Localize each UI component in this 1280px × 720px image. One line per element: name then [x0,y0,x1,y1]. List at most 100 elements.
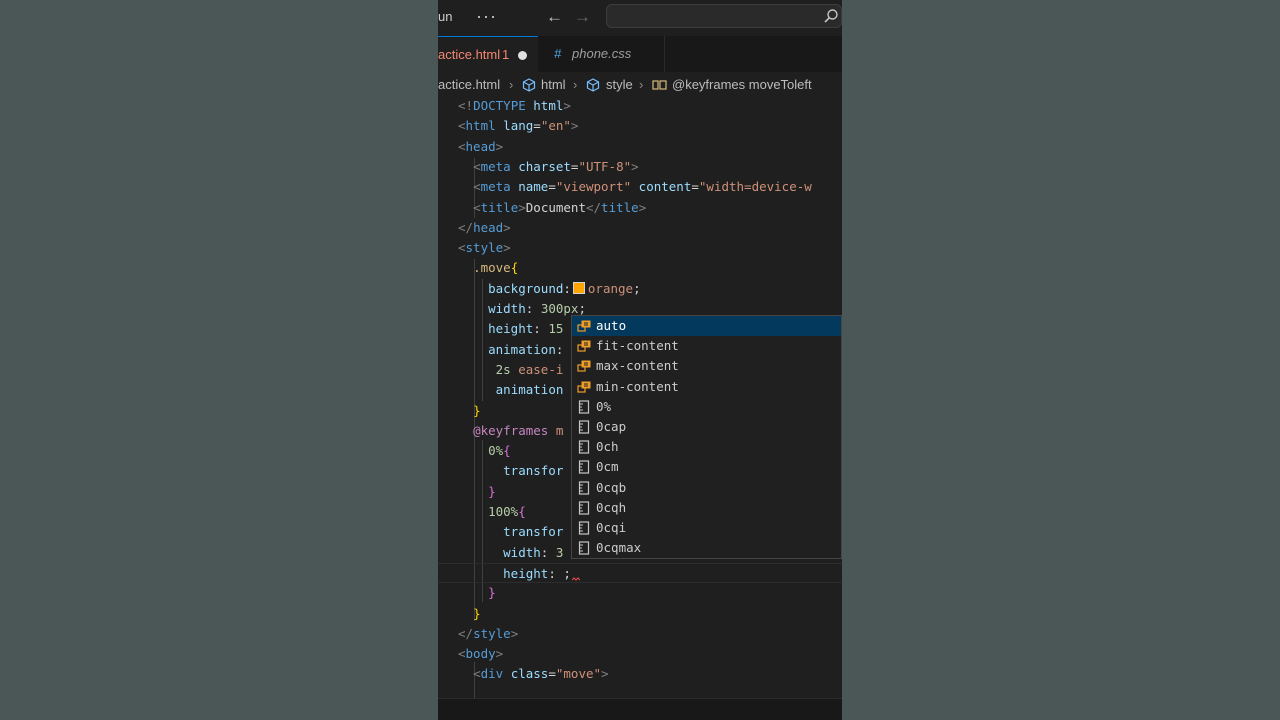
breadcrumb: actice.html › html › style › @keyframes … [438,74,842,96]
breadcrumb-file[interactable]: actice.html [438,77,500,92]
code-token: : [540,544,556,560]
chevron-right-icon: › [509,77,514,92]
title-bar: un ··· ← → [438,0,842,36]
code-token: body [465,646,496,662]
suggestion-item[interactable]: 0ch [572,437,841,457]
cube-icon [522,78,536,92]
code-token: transfor [503,463,564,479]
code-token: </ [458,625,474,641]
code-token: ease-i [518,361,564,377]
code-line[interactable]: <!DOCTYPE html> [438,96,842,116]
code-token: html [533,98,564,113]
code-line[interactable]: <title>Document</title> [438,198,842,218]
code-token: : [533,321,549,337]
suggestion-item[interactable]: min-content [572,377,841,397]
suggestion-item[interactable]: 0cqb [572,478,841,498]
code-line[interactable]: background: orange; [438,279,842,299]
code-token: < [458,138,466,154]
breadcrumb-item-style[interactable]: style [606,77,633,92]
code-token: width [488,301,526,316]
code-line[interactable]: </style> [438,624,842,644]
suggestion-item[interactable]: 0cqmax [572,538,841,558]
tab-practice-html[interactable]: actice.html 1 [438,36,538,72]
code-token: > [563,98,571,113]
status-bar [438,698,842,720]
code-line[interactable]: <body> [438,644,842,664]
code-line[interactable]: <meta name="viewport" content="width=dev… [438,177,842,197]
code-line[interactable]: <html lang="en"> [438,116,842,136]
suggestion-label: 0cqb [596,479,627,495]
code-line[interactable]: <head> [438,137,842,157]
code-line[interactable]: .move{ [438,258,842,278]
suggestion-item[interactable]: fit-content [572,336,841,356]
code-line[interactable]: } [438,583,842,603]
unsaved-dot-icon[interactable] [518,51,527,60]
code-token: < [458,240,466,256]
code-token: > [495,138,504,154]
color-swatch[interactable] [572,281,585,294]
suggestion-label: auto [596,318,627,333]
command-center-search[interactable] [606,4,842,28]
code-token: < [473,199,481,215]
code-token: @keyframes [473,422,549,438]
unit-icon [577,400,591,414]
code-token: height [503,565,549,581]
code-line[interactable]: </head> [438,218,842,238]
code-line[interactable]: <style> [438,238,842,258]
suggestion-label: max-content [596,358,679,374]
breadcrumb-item-html[interactable]: html [541,77,566,92]
more-icon[interactable]: ··· [476,6,497,27]
code-line[interactable]: } [438,604,842,624]
unit-icon [577,460,591,474]
code-token: = [548,179,556,195]
code-token: ; [578,301,586,316]
unit-icon [577,501,591,515]
code-token: } [473,402,481,418]
suggestion-item[interactable]: 0cqi [572,518,841,538]
unit-icon [577,420,591,434]
suggest-widget: auto fit-content max-content min-content 0% 0… [571,315,842,559]
suggestion-item[interactable]: 0cap [572,417,841,437]
code-token: 0% [488,443,504,459]
enum-value-icon [577,339,591,353]
code-line[interactable]: <meta charset="UTF-8"> [438,157,842,177]
arrow-left-icon[interactable]: ← [546,7,563,27]
title-fragment: un [438,9,453,24]
code-token: lang [503,118,534,134]
chevron-right-icon: › [639,77,644,92]
code-token: .move [473,260,511,276]
code-token: > [510,625,519,641]
code-line[interactable]: <div class="move"> [438,664,842,684]
code-line[interactable]: height: ; [438,562,842,583]
arrow-right-icon[interactable]: → [574,7,591,27]
code-token: head [473,219,504,235]
code-token: "viewport" [555,179,632,195]
breadcrumb-item-keyframes[interactable]: @keyframes moveToleft [672,77,812,92]
suggestion-item[interactable]: 0% [572,397,841,417]
tab-phone-css[interactable]: # phone.css [538,36,665,72]
code-token: animation [495,382,564,398]
suggestion-item[interactable]: 0cqh [572,498,841,518]
suggestion-item[interactable]: max-content [572,356,841,376]
code-token: height [488,321,534,337]
code-token: style [473,625,511,641]
tab-label: actice.html [438,47,501,62]
suggestion-item[interactable]: auto [572,316,841,336]
code-token: background [488,280,564,296]
code-token: transfor [503,524,564,540]
css-file-icon: # [554,46,562,61]
enum-value-icon [577,380,591,394]
suggestion-item[interactable]: 0cm [572,457,841,477]
code-token: > [495,646,504,662]
